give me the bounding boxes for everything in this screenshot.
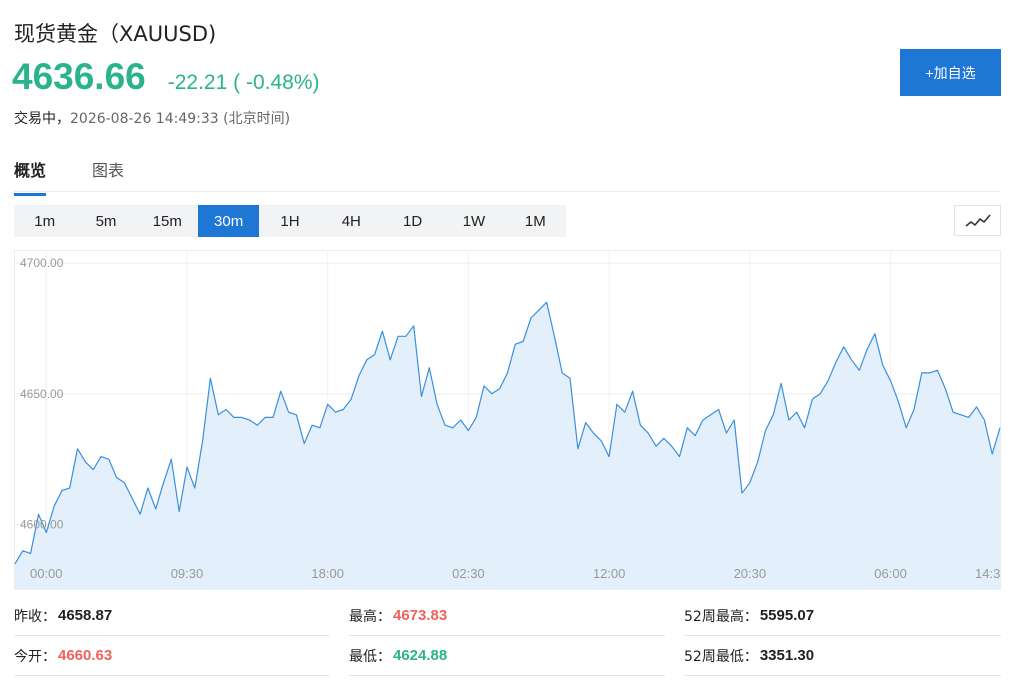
- chart-type-button[interactable]: [954, 205, 1001, 236]
- stats-row-1: 昨收： 4658.87 最高： 4673.83 52周最高： 5595.07: [14, 596, 1001, 636]
- price-chart-svg: 4700.00 4650.00 4600.00 00:00 09:30 18:00 02:3…: [14, 250, 1001, 590]
- add-to-watchlist-button[interactable]: +加自选: [900, 49, 1001, 96]
- stats-panel: 昨收： 4658.87 最高： 4673.83 52周最高： 5595.07 今开： 4…: [14, 596, 1001, 676]
- timeframe-selector: 1m 5m 15m 30m 1H 4H 1D 1W 1M: [14, 205, 566, 237]
- stat-open: 今开： 4660.63: [14, 636, 330, 676]
- current-price: 4636.66: [12, 56, 146, 97]
- x-tick-label: 12:00: [593, 566, 626, 581]
- price-chart[interactable]: 4700.00 4650.00 4600.00 00:00 09:30 18:00 02:3…: [14, 250, 1001, 590]
- price-area: [15, 302, 1000, 590]
- x-tick-label: 06:00: [874, 566, 907, 581]
- quote-timestamp: 2026-08-26 14:49:33 (北京时间): [70, 111, 291, 127]
- stat-high: 最高： 4673.83: [349, 596, 665, 636]
- x-tick-label: 02:30: [452, 566, 485, 581]
- x-tick-label: 18:00: [311, 566, 344, 581]
- stats-row-2: 今开： 4660.63 最低： 4624.88 52周最低： 3351.30: [14, 636, 1001, 676]
- timeframe-1mo[interactable]: 1M: [505, 205, 566, 237]
- price-change: -22.21 ( -0.48%): [167, 71, 320, 94]
- timeframe-30m[interactable]: 30m: [197, 205, 260, 237]
- x-tick-label: 20:30: [734, 566, 767, 581]
- y-tick-label: 4600.00: [20, 518, 64, 532]
- stat-52w-high: 52周最高： 5595.07: [684, 596, 1001, 636]
- line-chart-icon: [965, 213, 991, 227]
- stat-52w-low: 52周最低： 3351.30: [684, 636, 1001, 676]
- y-tick-label: 4700.00: [20, 256, 64, 270]
- timeframe-4h[interactable]: 4H: [321, 205, 382, 237]
- tab-divider: [14, 191, 1001, 192]
- stat-prev-close: 昨收： 4658.87: [14, 596, 330, 636]
- y-tick-label: 4650.00: [20, 387, 64, 401]
- trading-status-row: 交易中，2026-08-26 14:49:33 (北京时间): [14, 108, 290, 128]
- timeframe-15m[interactable]: 15m: [137, 205, 198, 237]
- x-tick-label: 14:3: [975, 566, 1000, 581]
- trading-status: 交易中，: [14, 111, 70, 127]
- timeframe-1w[interactable]: 1W: [443, 205, 504, 237]
- timeframe-5m[interactable]: 5m: [75, 205, 136, 237]
- stat-low: 最低： 4624.88: [349, 636, 665, 676]
- x-tick-label: 00:00: [30, 566, 63, 581]
- timeframe-1d[interactable]: 1D: [382, 205, 443, 237]
- instrument-title: 现货黄金（XAUUSD): [14, 22, 217, 46]
- timeframe-1m[interactable]: 1m: [14, 205, 75, 237]
- price-row: 4636.66 -22.21 ( -0.48%): [12, 56, 320, 98]
- x-tick-label: 09:30: [171, 566, 204, 581]
- timeframe-1h[interactable]: 1H: [259, 205, 320, 237]
